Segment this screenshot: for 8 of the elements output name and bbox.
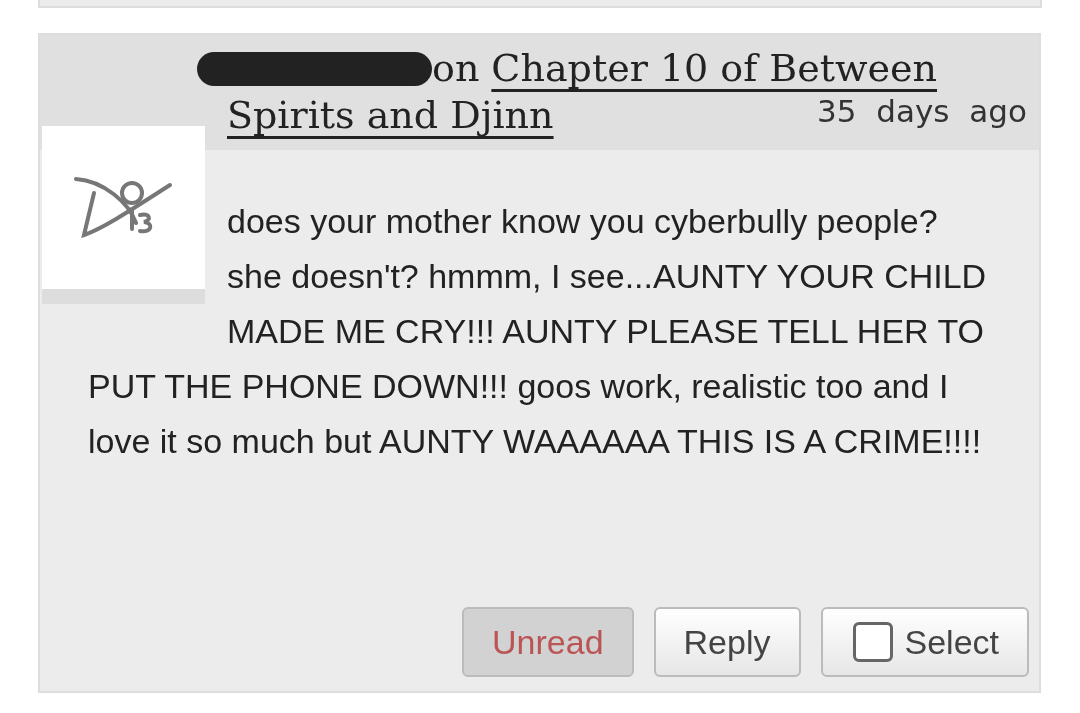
heading-text: on	[432, 45, 480, 92]
checkbox[interactable]	[852, 622, 893, 662]
select-button[interactable]: Select	[820, 607, 1029, 677]
reply-button[interactable]: Reply	[653, 607, 801, 677]
comment-text: does your mother know you cyberbully people? she doesn't? hmmm, I see...AUNTY YOUR CHILD MADE ME CRY!!! AUNTY PLEASE TELL HER TO PUT THE PHONE DOWN!!! goos work, realistic too and I love it so much but AUNTY WAAAAAA THIS IS A CRIME!!!!	[88, 201, 988, 462]
timestamp: 35 days ago	[817, 92, 1027, 131]
work-link[interactable]: Spirits and Djinn	[227, 92, 554, 139]
work-link[interactable]: Chapter 10 of Between	[491, 45, 937, 92]
